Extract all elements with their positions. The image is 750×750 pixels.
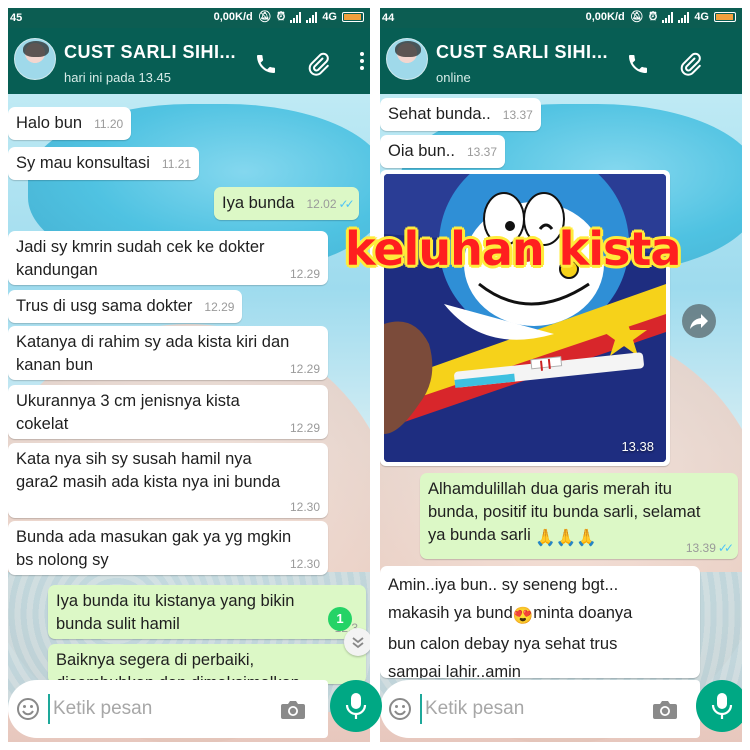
net-speed: 0,00K/d bbox=[585, 11, 625, 23]
chat-header[interactable]: CUST SARLI SIHI... online bbox=[380, 28, 742, 94]
mute-icon: 🔕︎ bbox=[629, 11, 644, 23]
phone-icon[interactable] bbox=[626, 52, 650, 76]
message-input[interactable] bbox=[420, 694, 640, 724]
attach-clip-icon[interactable] bbox=[306, 52, 330, 76]
message-outgoing[interactable]: Alhamdulillah dua garis merah itu bunda,… bbox=[420, 473, 738, 559]
message-incoming[interactable]: Kata nya sih sy susah hamil nya gara2 ma… bbox=[8, 443, 328, 518]
contact-last-seen: hari ini pada 13.45 bbox=[64, 70, 171, 85]
avatar[interactable] bbox=[386, 38, 428, 80]
message-incoming[interactable]: Sehat bunda.. 13.37 bbox=[380, 98, 541, 131]
message-composer bbox=[8, 680, 328, 738]
message-incoming[interactable]: Jadi sy kmrin sudah cek ke dokter kandun… bbox=[8, 231, 328, 285]
battery-icon bbox=[714, 12, 736, 22]
more-options-icon[interactable] bbox=[358, 52, 368, 76]
heart-eyes-emoji: 😍 bbox=[512, 607, 534, 625]
network-type: 4G bbox=[322, 11, 337, 23]
emoji-icon[interactable] bbox=[16, 697, 40, 721]
mic-icon[interactable] bbox=[330, 680, 382, 732]
share-forward-icon[interactable] bbox=[682, 304, 716, 338]
signal-icon bbox=[678, 11, 690, 23]
alarm-icon: ⏰︎ bbox=[276, 11, 286, 23]
read-ticks-icon: ✓✓ bbox=[338, 197, 355, 211]
battery-icon bbox=[342, 12, 364, 22]
avatar[interactable] bbox=[14, 38, 56, 80]
chat-header[interactable]: CUST SARLI SIHI... hari ini pada 13.45 bbox=[8, 28, 370, 94]
attach-clip-icon[interactable] bbox=[678, 52, 702, 76]
alarm-icon: ⏰︎ bbox=[648, 11, 658, 23]
message-incoming[interactable]: Oia bun.. 13.37 bbox=[380, 135, 505, 168]
message-incoming[interactable]: Ukurannya 3 cm jenisnya kista cokelat 12.… bbox=[8, 385, 328, 439]
image-message[interactable]: 13.38 bbox=[380, 170, 670, 466]
overlay-caption: keluhan kista bbox=[345, 222, 681, 276]
status-bar: 45 0,00K/d 🔕︎ ⏰︎ 4G bbox=[8, 8, 370, 28]
message-outgoing[interactable]: Baiknya segera di perbaiki, disembuhkan … bbox=[48, 644, 366, 684]
message-input[interactable] bbox=[48, 694, 268, 724]
net-speed: 0,00K/d bbox=[213, 11, 253, 23]
chat-screen-right: 44 0,00K/d 🔕︎ ⏰︎ 4G CUST SARLI SIHI... o… bbox=[380, 8, 742, 742]
camera-icon[interactable] bbox=[652, 699, 678, 721]
message-incoming[interactable]: Trus di usg sama dokter 12.29 bbox=[8, 290, 243, 323]
scroll-down-icon[interactable] bbox=[344, 628, 370, 656]
image-timestamp: 13.38 bbox=[621, 439, 654, 454]
message-incoming[interactable]: Sy mau konsultasi 11.21 bbox=[8, 147, 200, 180]
pregnancy-test-photo[interactable]: 13.38 bbox=[384, 174, 666, 462]
status-bar: 44 0,00K/d 🔕︎ ⏰︎ 4G bbox=[380, 8, 742, 28]
contact-online-status: online bbox=[436, 70, 471, 85]
contact-name[interactable]: CUST SARLI SIHI... bbox=[64, 42, 236, 63]
signal-icon bbox=[662, 11, 674, 23]
message-outgoing[interactable]: Iya bunda itu kistanya yang bikin bunda … bbox=[48, 585, 366, 639]
status-left-text: 44 bbox=[382, 12, 395, 24]
chat-screen-left: 45 0,00K/d 🔕︎ ⏰︎ 4G CUST SARLI SIHI... h… bbox=[8, 8, 370, 742]
message-outgoing[interactable]: Iya bunda 12.02 ✓✓ bbox=[214, 187, 359, 220]
message-incoming[interactable]: Bunda ada masukan gak ya yg mgkin bs nol… bbox=[8, 521, 328, 575]
emoji-icon[interactable] bbox=[388, 697, 412, 721]
mic-icon[interactable] bbox=[696, 680, 742, 732]
signal-icon bbox=[306, 11, 318, 23]
network-type: 4G bbox=[694, 11, 709, 23]
photo-illustration bbox=[384, 174, 666, 462]
pray-emoji: 🙏🙏🙏 bbox=[535, 529, 597, 547]
signal-icon bbox=[290, 11, 302, 23]
status-left-text: 45 bbox=[10, 12, 23, 24]
message-incoming[interactable]: Halo bun 11.20 bbox=[8, 107, 132, 140]
read-ticks-icon: ✓✓ bbox=[717, 541, 734, 555]
mute-icon: 🔕︎ bbox=[257, 11, 272, 23]
camera-icon[interactable] bbox=[280, 699, 306, 721]
phone-icon[interactable] bbox=[254, 52, 278, 76]
message-incoming[interactable]: Amin..iya bun.. sy seneng bgt... makasih… bbox=[380, 566, 700, 678]
contact-name[interactable]: CUST SARLI SIHI... bbox=[436, 42, 608, 63]
message-incoming[interactable]: Katanya di rahim sy ada kista kiri dan k… bbox=[8, 326, 328, 380]
screenshot-collage: 45 0,00K/d 🔕︎ ⏰︎ 4G CUST SARLI SIHI... h… bbox=[0, 0, 750, 750]
message-composer bbox=[380, 680, 700, 738]
